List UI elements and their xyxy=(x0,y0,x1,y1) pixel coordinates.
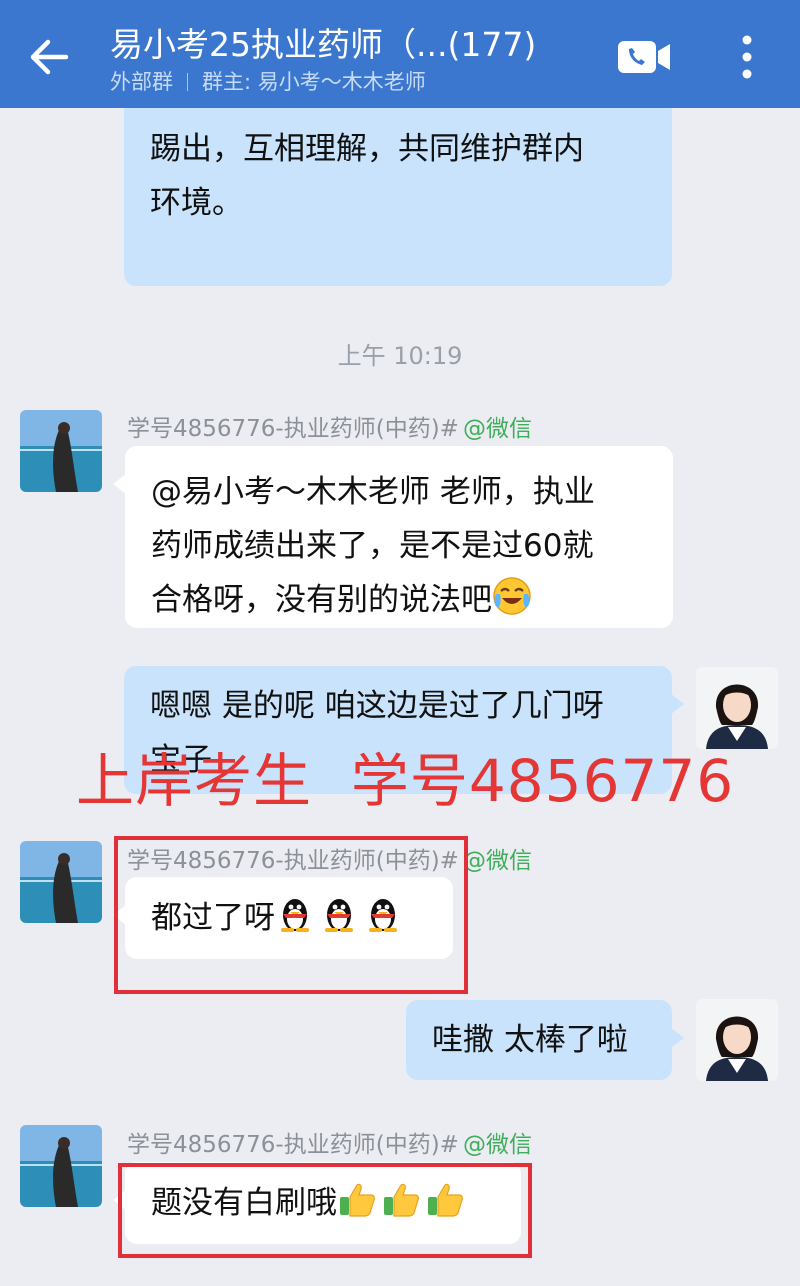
sender-source-tag: @微信 xyxy=(462,416,532,442)
sender-source-tag: @微信 xyxy=(462,848,532,874)
penguin-emoji-icon xyxy=(369,899,397,932)
message-timestamp: 上午 10:19 xyxy=(337,342,463,370)
my-avatar[interactable] xyxy=(696,999,778,1081)
sender-name: 学号4856776-执业药师(中药)# @微信 xyxy=(127,1125,532,1159)
sender-source-tag: @微信 xyxy=(462,1132,532,1158)
bubble-tail xyxy=(671,694,684,714)
penguin-emoji-icon xyxy=(281,899,309,932)
subtitle-divider xyxy=(187,73,188,91)
message-bubble-outgoing[interactable]: 踢出，互相理解，共同维护群内 环境。 xyxy=(124,80,672,286)
avatar-image xyxy=(20,841,102,923)
group-type-label: 外部群 xyxy=(110,70,173,94)
message-bubble-incoming[interactable]: 都过了呀 xyxy=(113,877,453,959)
avatar-image xyxy=(696,667,778,749)
avatar-image xyxy=(20,1125,102,1207)
crying-laugh-emoji-icon xyxy=(493,577,531,615)
my-avatar[interactable] xyxy=(696,667,778,749)
chat-title[interactable]: 易小考25执业药师（...(177) xyxy=(110,18,590,66)
message-text: 嗯嗯 是的呢 咱这边是过了几门呀 宝子 xyxy=(150,688,604,778)
group-owner-label: 群主: 易小考～木木老师 xyxy=(202,70,426,94)
thumbs-up-emoji-icon xyxy=(384,1183,419,1217)
thumbs-up-emoji-icon xyxy=(428,1183,463,1217)
bubble-tail xyxy=(671,1028,684,1048)
message-bubble-incoming[interactable]: @易小考～木木老师 老师，执业 药师成绩出来了，是不是过60就 合格呀，没有别的… xyxy=(113,446,673,628)
sender-avatar[interactable] xyxy=(20,1125,102,1207)
message-text: 题没有白刷哦 xyxy=(151,1185,337,1221)
chat-header: 易小考25执业药师（...(177) 外部群 群主: 易小考～木木老师 xyxy=(0,0,800,108)
more-vertical-icon[interactable] xyxy=(736,32,758,82)
sender-avatar[interactable] xyxy=(20,410,102,492)
avatar-image xyxy=(696,999,778,1081)
sender-avatar[interactable] xyxy=(20,841,102,923)
bubble-tail xyxy=(113,1190,126,1210)
thumbs-up-emoji-icon xyxy=(340,1183,375,1217)
message-bubble-incoming[interactable]: 题没有白刷哦 xyxy=(113,1162,521,1244)
message-text: 踢出，互相理解，共同维护群内 环境。 xyxy=(150,131,584,221)
message-bubble-outgoing[interactable]: 哇撒 太棒了啦 xyxy=(406,1000,684,1080)
message-bubble-outgoing[interactable]: 嗯嗯 是的呢 咱这边是过了几门呀 宝子 xyxy=(124,666,684,794)
video-call-icon[interactable] xyxy=(616,38,672,76)
sender-id: 学号4856776-执业药师(中药)# xyxy=(127,1132,459,1158)
back-arrow-icon[interactable] xyxy=(26,34,72,80)
bubble-tail xyxy=(113,474,126,494)
sender-id: 学号4856776-执业药师(中药)# xyxy=(127,416,459,442)
message-text: 都过了呀 xyxy=(151,900,275,936)
penguin-emoji-icon xyxy=(325,899,353,932)
avatar-image xyxy=(20,410,102,492)
message-text: 哇撒 太棒了啦 xyxy=(432,1022,628,1058)
sender-name: 学号4856776-执业药师(中药)# @微信 xyxy=(127,841,532,875)
sender-id: 学号4856776-执业药师(中药)# xyxy=(127,848,459,874)
bubble-tail xyxy=(113,905,126,925)
sender-name: 学号4856776-执业药师(中药)# @微信 xyxy=(127,409,532,443)
chat-subtitle: 外部群 群主: 易小考～木木老师 xyxy=(110,66,426,96)
